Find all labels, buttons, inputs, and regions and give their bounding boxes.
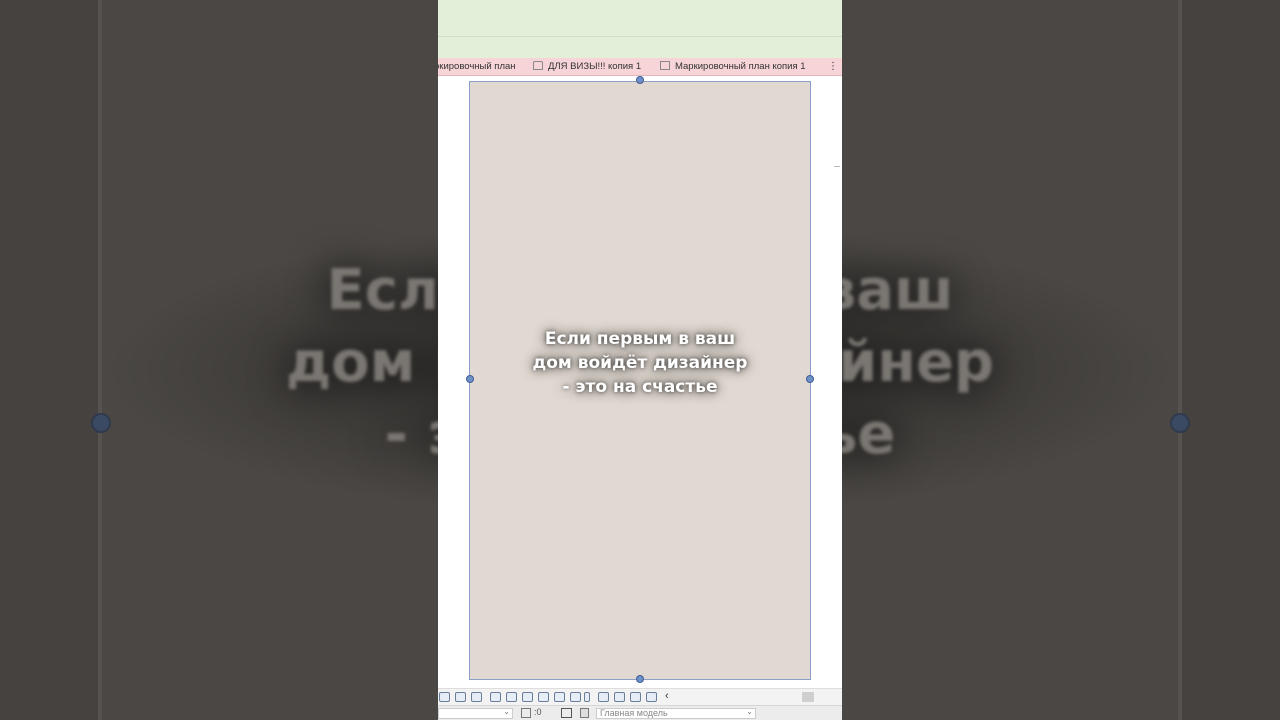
tab-marking-plan[interactable]: ркировочный план xyxy=(438,61,516,72)
visual-style-icon[interactable] xyxy=(471,692,482,702)
view-tabs-bar: ркировочный план ДЛЯ ВИЗЫ!!! копия 1 Мар… xyxy=(438,58,842,76)
scrollbar-thumb[interactable] xyxy=(802,692,814,702)
background-handle-right xyxy=(1170,413,1190,433)
tab-marking-plan-copy[interactable]: Маркировочный план копия 1 xyxy=(660,61,806,72)
resize-handle-right[interactable] xyxy=(806,375,814,383)
editable-only-icon[interactable] xyxy=(561,708,572,718)
main-model-select[interactable]: Главная модель ⌄ xyxy=(596,707,756,719)
shadows-icon[interactable] xyxy=(506,692,517,702)
temporary-hide-icon[interactable] xyxy=(570,692,581,702)
detail-level-icon[interactable] xyxy=(455,692,466,702)
ribbon xyxy=(438,0,842,59)
status-bar: ⌄ :0 Главная модель ⌄ xyxy=(438,705,842,720)
selection-filter-icon[interactable] xyxy=(521,708,531,718)
tab-for-visa-copy[interactable]: ДЛЯ ВИЗЫ!!! копия 1 xyxy=(533,61,641,72)
background-handle-left xyxy=(91,413,111,433)
resize-handle-bottom[interactable] xyxy=(636,675,644,683)
canvas-tick-mark xyxy=(834,166,840,167)
selection-count: :0 xyxy=(534,707,542,717)
constraints-icon[interactable] xyxy=(646,692,657,702)
ribbon-divider xyxy=(438,36,842,37)
tab-label: Маркировочный план копия 1 xyxy=(675,61,806,72)
caption-overlay: Если первым в ваш дом войдёт дизайнер - … xyxy=(498,327,782,399)
house-icon xyxy=(533,61,543,70)
resize-handle-top[interactable] xyxy=(636,76,644,84)
caption-line-1: Если первым в ваш xyxy=(544,329,736,349)
chevron-left-icon[interactable]: ‹ xyxy=(665,690,669,702)
tab-label: ркировочный план xyxy=(438,61,516,72)
main-model-select-value: Главная модель xyxy=(600,708,668,718)
footprints-icon[interactable]: ⋮⋮ xyxy=(828,61,842,72)
caption-line-3: - это на счастье xyxy=(562,377,718,397)
chevron-down-icon: ⌄ xyxy=(746,707,753,716)
reveal-hidden-icon[interactable] xyxy=(584,692,590,702)
crop-view-icon[interactable] xyxy=(522,692,533,702)
lock-3d-icon[interactable] xyxy=(554,692,565,702)
app-window: ркировочный план ДЛЯ ВИЗЫ!!! копия 1 Мар… xyxy=(438,0,842,720)
caption-line-2: дом войдёт дизайнер xyxy=(532,353,748,373)
tab-label: ДЛЯ ВИЗЫ!!! копия 1 xyxy=(548,61,642,72)
analytical-model-icon[interactable] xyxy=(630,692,641,702)
scale-icon[interactable] xyxy=(439,692,450,702)
view-control-bar: ‹ xyxy=(438,688,842,705)
show-crop-icon[interactable] xyxy=(538,692,549,702)
workset-dropdown[interactable]: ⌄ xyxy=(438,707,513,719)
chevron-down-icon: ⌄ xyxy=(503,707,510,716)
sheet-view-icon xyxy=(660,61,670,70)
temporary-properties-icon[interactable] xyxy=(598,692,609,702)
resize-handle-left[interactable] xyxy=(466,375,474,383)
design-options-icon[interactable] xyxy=(580,708,589,718)
sun-path-icon[interactable] xyxy=(490,692,501,702)
worksharing-icon[interactable] xyxy=(614,692,625,702)
